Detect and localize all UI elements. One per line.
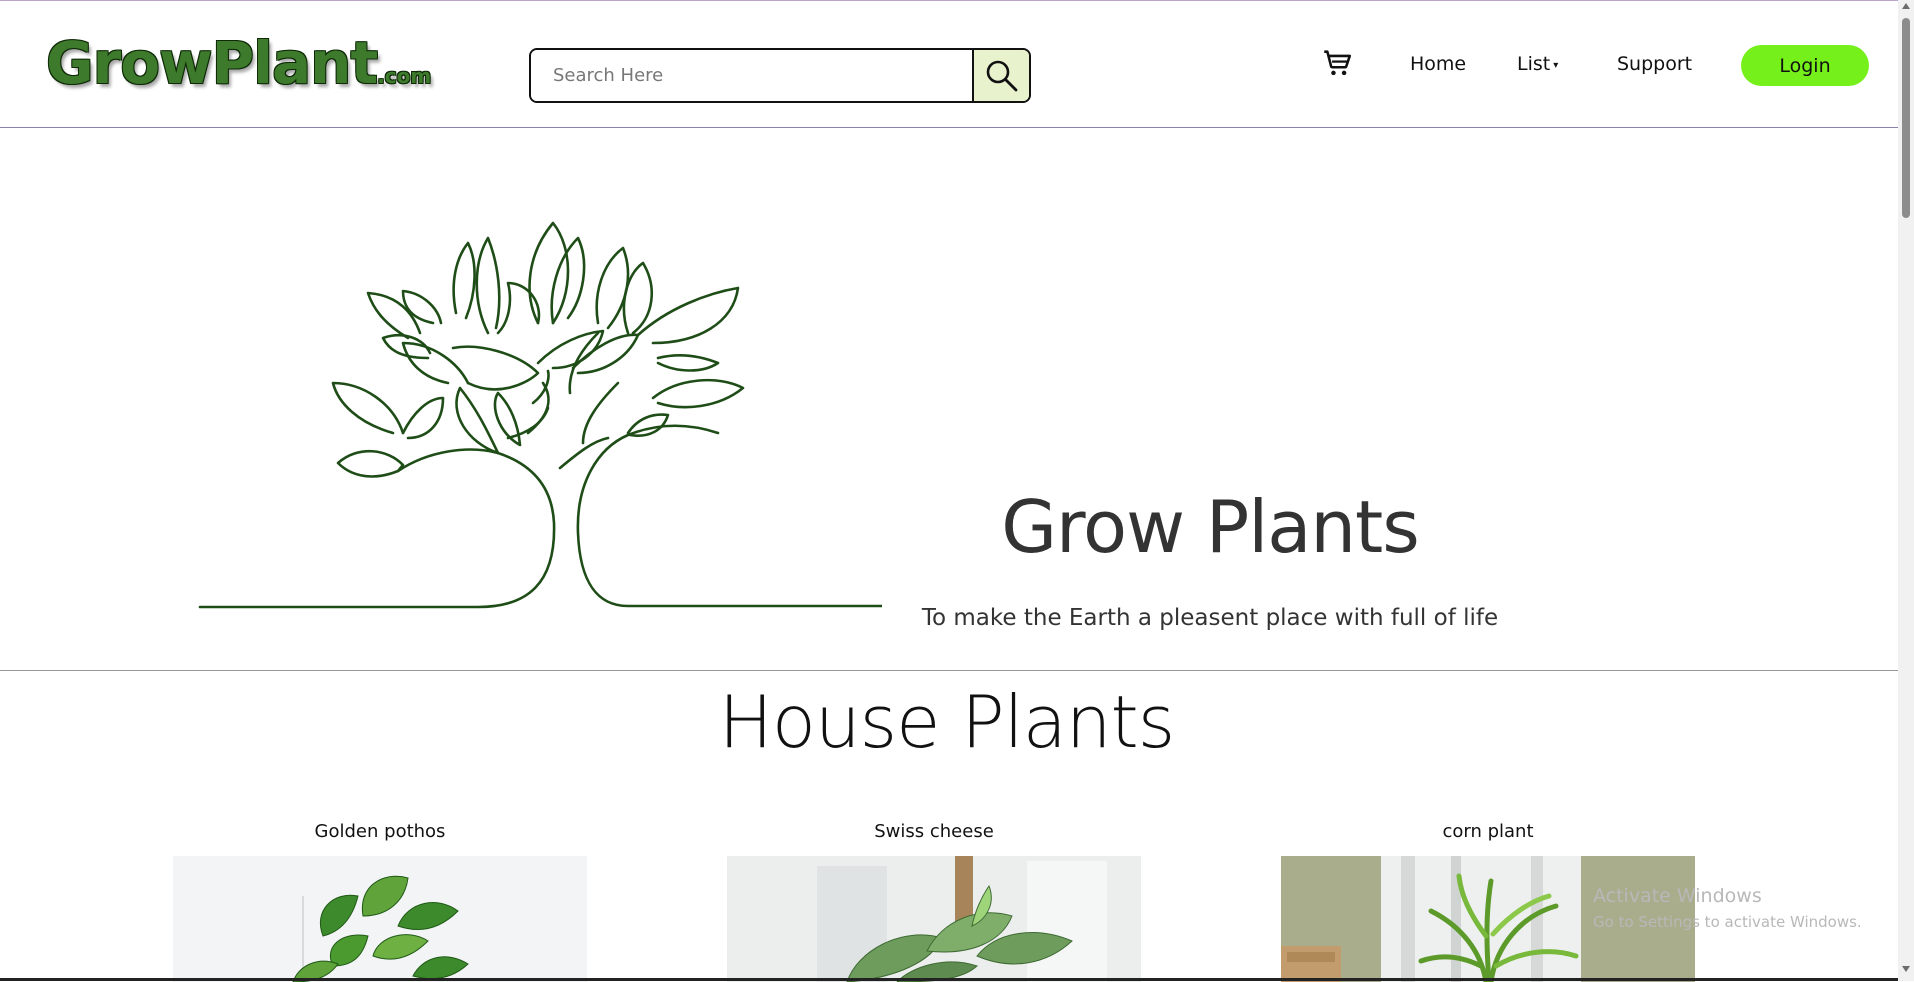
plant-name: Swiss cheese	[874, 821, 994, 842]
scroll-down-arrow-icon[interactable]	[1902, 966, 1910, 972]
magnifier-icon	[986, 60, 1017, 91]
cart-button[interactable]	[1320, 46, 1354, 80]
plant-photo[interactable]	[173, 856, 587, 982]
login-button[interactable]: Login	[1741, 45, 1869, 86]
logo-suffix: .com	[377, 64, 432, 88]
hero-subtitle: To make the Earth a pleasent place with …	[921, 605, 1499, 631]
search-input[interactable]	[531, 50, 974, 101]
plant-card-golden-pothos[interactable]: Golden pothos	[173, 820, 587, 982]
windows-activation-watermark: Activate Windows Go to Settings to activ…	[1593, 885, 1862, 931]
nav-home-label: Home	[1410, 53, 1467, 75]
site-logo[interactable]: GrowPlant.com	[46, 29, 431, 97]
caret-down-icon: ▾	[1553, 60, 1559, 71]
nav-home-link[interactable]: Home	[1410, 53, 1466, 75]
plant-name: corn plant	[1442, 821, 1534, 842]
plant-card-swiss-cheese[interactable]: Swiss cheese	[727, 820, 1141, 982]
nav-list-dropdown[interactable]: List ▾	[1517, 53, 1558, 75]
watermark-line2: Go to Settings to activate Windows.	[1593, 913, 1862, 931]
login-label: Login	[1779, 54, 1831, 77]
section-divider	[0, 670, 1898, 671]
search-button[interactable]	[974, 50, 1029, 101]
page-scrollbar[interactable]	[1898, 0, 1914, 981]
plant-name: Golden pothos	[314, 821, 446, 842]
tree-line-art	[198, 221, 882, 609]
nav-list-label: List	[1517, 53, 1551, 75]
plant-photo[interactable]	[727, 856, 1141, 982]
scrollbar-thumb[interactable]	[1902, 18, 1910, 218]
search-bar	[529, 48, 1031, 103]
nav-support-link[interactable]: Support	[1617, 53, 1692, 75]
house-plants-heading: House Plants	[718, 680, 1175, 764]
watermark-line1: Activate Windows	[1593, 885, 1762, 907]
site-header: GrowPlant.com Home List▾ Support Login	[0, 1, 1898, 128]
nav-support-label: Support	[1617, 53, 1693, 75]
shopping-cart-icon	[1324, 50, 1352, 76]
hero-title: Grow Plants	[1001, 485, 1420, 569]
logo-main: GrowPlant	[46, 29, 378, 97]
scroll-up-arrow-icon[interactable]	[1902, 3, 1910, 9]
